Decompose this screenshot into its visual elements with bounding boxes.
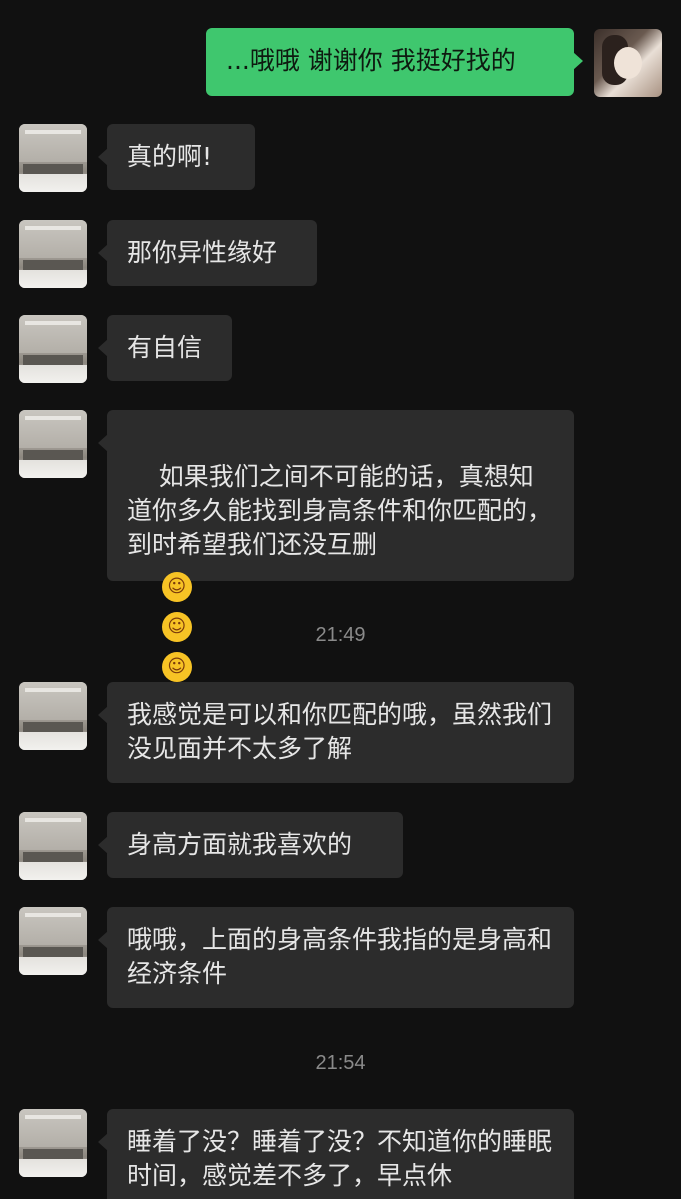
avatar-floor	[19, 460, 87, 478]
timestamp: 21:49	[315, 624, 366, 646]
avatar-desk	[23, 852, 83, 862]
incoming-message-bubble[interactable]: 如果我们之间不可能的话，真想知道你多久能找到身高条件和你匹配的，到时希望我们还没…	[98, 410, 574, 722]
incoming-message-bubble[interactable]: 真的啊!	[98, 124, 255, 190]
avatar-ceiling	[25, 321, 81, 325]
avatar-desk	[23, 164, 83, 174]
avatar-desk	[23, 722, 83, 732]
incoming-message-bubble[interactable]: 有自信	[98, 315, 232, 381]
contact-avatar[interactable]	[19, 220, 87, 288]
avatar-floor	[19, 862, 87, 880]
contact-avatar[interactable]	[19, 682, 87, 750]
contact-avatar[interactable]	[19, 124, 87, 192]
contact-avatar[interactable]	[19, 907, 87, 975]
avatar-desk	[23, 355, 83, 365]
avatar-desk	[23, 450, 83, 460]
avatar-floor	[19, 174, 87, 192]
avatar-desk	[23, 947, 83, 957]
avatar-floor	[19, 957, 87, 975]
incoming-message-bubble[interactable]: 那你异性缘好	[98, 220, 317, 286]
incoming-message-bubble[interactable]: 身高方面就我喜欢的	[98, 812, 403, 878]
avatar-ceiling	[25, 416, 81, 420]
grin-emoji-icon: ☺	[161, 652, 192, 682]
avatar-floor	[19, 732, 87, 750]
contact-avatar[interactable]	[19, 812, 87, 880]
incoming-message-bubble[interactable]: 我感觉是可以和你匹配的哦，虽然我们没见面并不太多了解	[98, 682, 574, 783]
outgoing-message-bubble[interactable]: ...哦哦 谢谢你 我挺好找的	[206, 28, 583, 96]
contact-avatar[interactable]	[19, 1109, 87, 1177]
avatar-ceiling	[25, 913, 81, 917]
avatar-ceiling	[25, 226, 81, 230]
avatar-ceiling	[25, 130, 81, 134]
avatar-floor	[19, 1159, 87, 1177]
avatar-ceiling	[25, 1115, 81, 1119]
contact-avatar[interactable]	[19, 315, 87, 383]
avatar-face	[614, 47, 642, 79]
incoming-message-bubble[interactable]: 哦哦，上面的身高条件我指的是身高和经济条件	[98, 907, 574, 1008]
contact-avatar[interactable]	[19, 410, 87, 478]
avatar-floor	[19, 270, 87, 288]
message-text: 如果我们之间不可能的话，真想知道你多久能找到身高条件和你匹配的，到时希望我们还没…	[127, 462, 553, 559]
avatar-desk	[23, 260, 83, 270]
self-avatar[interactable]	[594, 29, 662, 97]
avatar-ceiling	[25, 818, 81, 822]
tears-of-joy-emoji-icon: ☺	[161, 572, 192, 602]
avatar-ceiling	[25, 688, 81, 692]
avatar-floor	[19, 365, 87, 383]
incoming-message-bubble[interactable]: 睡着了没？睡着了没？不知道你的睡眠时间，感觉差不多了，早点休	[98, 1109, 574, 1199]
avatar-desk	[23, 1149, 83, 1159]
chat-view[interactable]: ...哦哦 谢谢你 我挺好找的 真的啊! 那你异性缘好 有自信 如果我们之间不可…	[0, 0, 681, 1199]
timestamp: 21:54	[315, 1052, 366, 1074]
